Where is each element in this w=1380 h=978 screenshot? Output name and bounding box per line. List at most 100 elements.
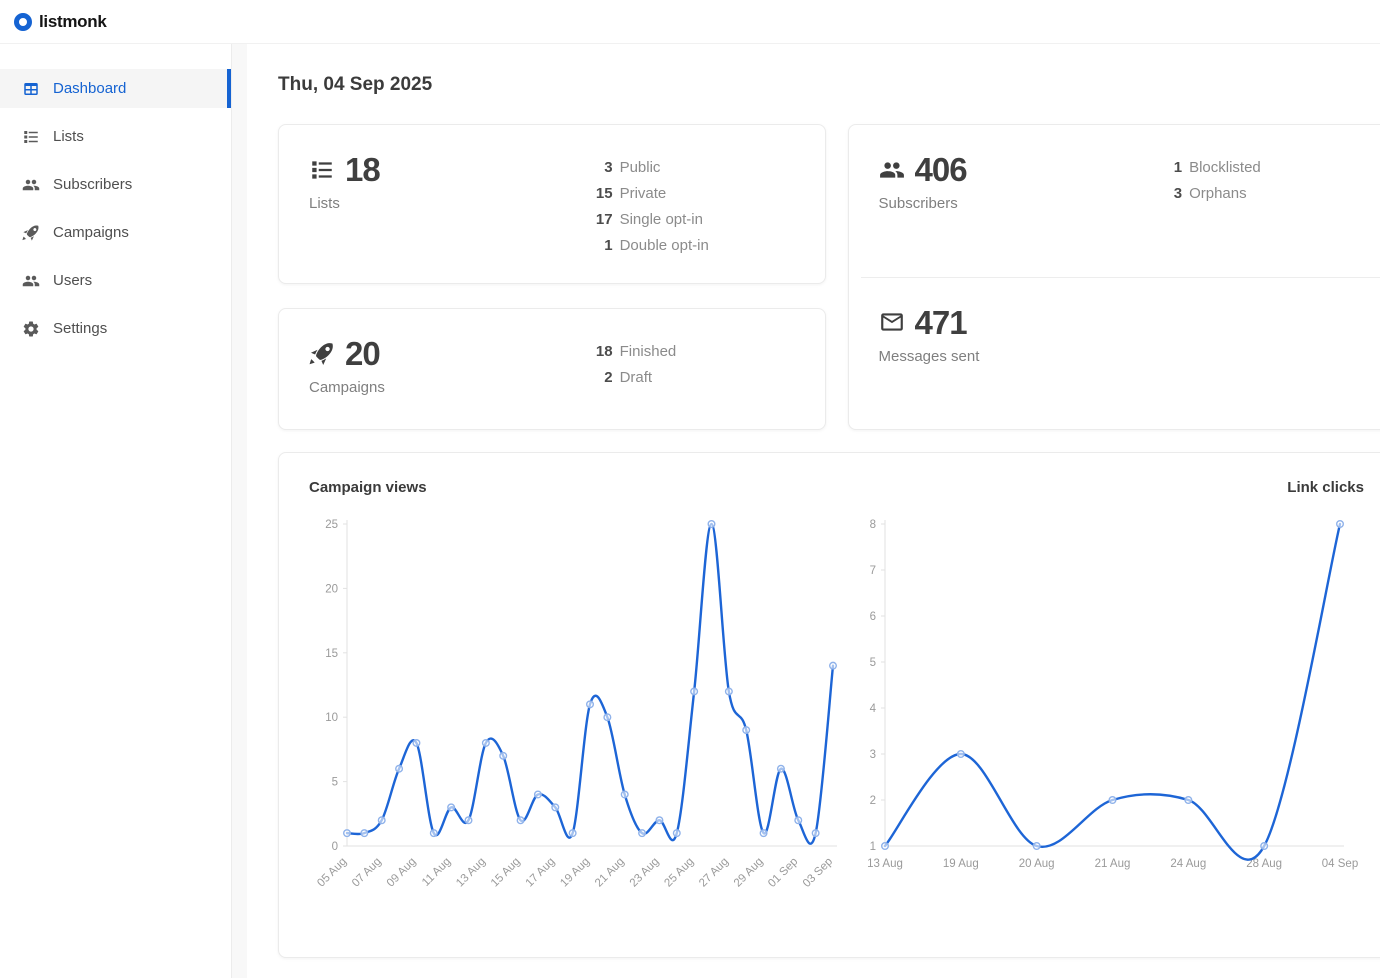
svg-text:17 Aug: 17 Aug <box>524 856 558 890</box>
svg-text:01 Sep: 01 Sep <box>766 856 800 890</box>
dashboard-icon <box>22 80 40 98</box>
svg-text:19 Aug: 19 Aug <box>943 858 979 870</box>
svg-text:21 Aug: 21 Aug <box>1095 858 1131 870</box>
sidebar: Dashboard Lists Subscribers Campaigns Us… <box>0 44 232 978</box>
sidebar-item-label: Users <box>53 272 92 289</box>
stat-row: 1Blocklisted <box>1160 155 1261 181</box>
charts-card: Campaign views Link clicks 051015202505 … <box>278 452 1380 958</box>
sidebar-nav: Dashboard Lists Subscribers Campaigns Us… <box>0 69 231 348</box>
svg-text:8: 8 <box>870 519 876 531</box>
stat-row: 1Double opt-in <box>591 233 709 259</box>
sidebar-item-users[interactable]: Users <box>0 261 231 300</box>
listmonk-ring-icon <box>14 13 32 31</box>
campaigns-count: 20 <box>345 337 380 370</box>
svg-text:13 Aug: 13 Aug <box>454 856 488 890</box>
lists-count: 18 <box>345 153 380 186</box>
sidebar-item-dashboard[interactable]: Dashboard <box>0 69 231 108</box>
sidebar-item-subscribers[interactable]: Subscribers <box>0 165 231 204</box>
campaign-views-title: Campaign views <box>309 479 427 496</box>
campaigns-breakdown: 18Finished 2Draft <box>591 337 677 401</box>
svg-text:27 Aug: 27 Aug <box>697 856 731 890</box>
rocket-icon <box>309 341 335 367</box>
brand-name: listmonk <box>39 12 107 32</box>
campaigns-summary: 20 Campaigns <box>309 337 591 401</box>
svg-text:07 Aug: 07 Aug <box>350 856 384 890</box>
svg-text:15 Aug: 15 Aug <box>489 856 523 890</box>
svg-text:25 Aug: 25 Aug <box>662 856 696 890</box>
svg-text:3: 3 <box>870 749 876 761</box>
rocket-icon <box>22 224 40 242</box>
top-bar: listmonk <box>0 0 1380 44</box>
campaigns-label: Campaigns <box>309 379 591 396</box>
stat-row: 3Orphans <box>1160 181 1261 207</box>
svg-text:29 Aug: 29 Aug <box>732 856 766 890</box>
stat-row: 2Draft <box>591 365 677 391</box>
svg-text:19 Aug: 19 Aug <box>558 856 592 890</box>
svg-text:03 Sep: 03 Sep <box>801 856 835 890</box>
svg-text:10: 10 <box>325 712 338 724</box>
svg-text:13 Aug: 13 Aug <box>867 858 903 870</box>
sidebar-item-settings[interactable]: Settings <box>0 309 231 348</box>
sidebar-item-campaigns[interactable]: Campaigns <box>0 213 231 252</box>
svg-text:21 Aug: 21 Aug <box>593 856 627 890</box>
subscribers-breakdown: 1Blocklisted 3Orphans <box>1160 153 1261 249</box>
stat-row: 3Public <box>591 155 709 181</box>
svg-text:09 Aug: 09 Aug <box>385 856 419 890</box>
campaigns-card: 20 Campaigns 18Finished 2Draft <box>278 308 826 430</box>
svg-text:4: 4 <box>870 703 877 715</box>
sidebar-item-label: Dashboard <box>53 80 126 97</box>
svg-text:11 Aug: 11 Aug <box>420 856 453 889</box>
link-clicks-chart: 1234567813 Aug19 Aug20 Aug21 Aug24 Aug28… <box>849 512 1364 918</box>
svg-text:5: 5 <box>332 777 338 789</box>
stats-cards: 18 Lists 3Public 15Private 17Single opt-… <box>278 124 1380 430</box>
subscribers-section: 406 Subscribers 1Blocklisted 3Orphans <box>849 125 1380 277</box>
svg-text:20 Aug: 20 Aug <box>1019 858 1055 870</box>
stat-row: 18Finished <box>591 339 677 365</box>
stat-row: 15Private <box>591 181 709 207</box>
messages-section: 471 Messages sent <box>849 278 1380 430</box>
subscribers-messages-card: 406 Subscribers 1Blocklisted 3Orphans <box>848 124 1380 430</box>
sidebar-item-lists[interactable]: Lists <box>0 117 231 156</box>
email-icon <box>879 309 905 335</box>
sidebar-item-label: Campaigns <box>53 224 129 241</box>
gear-icon <box>22 320 40 338</box>
main-content: Thu, 04 Sep 2025 18 Lists 3Public 15Priv… <box>247 44 1380 978</box>
list-icon <box>309 157 335 183</box>
svg-text:20: 20 <box>325 583 338 595</box>
sidebar-item-label: Lists <box>53 128 84 145</box>
lists-label: Lists <box>309 195 591 212</box>
svg-text:6: 6 <box>870 611 876 623</box>
subscribers-label: Subscribers <box>879 195 1161 212</box>
messages-label: Messages sent <box>879 348 1161 365</box>
svg-text:5: 5 <box>870 657 876 669</box>
campaign-views-chart: 0 5 10 15 20 25 05 Aug07 Aug09 Aug11 Aug13 Aug… <box>309 512 849 918</box>
svg-text:2: 2 <box>870 795 876 807</box>
lists-summary: 18 Lists <box>309 153 591 255</box>
svg-text:0: 0 <box>332 841 338 853</box>
users-icon <box>22 272 40 290</box>
svg-text:15: 15 <box>325 648 338 660</box>
messages-summary: 471 Messages sent <box>879 306 1161 402</box>
users-icon <box>22 176 40 194</box>
svg-text:25: 25 <box>325 519 338 531</box>
subscribers-count: 406 <box>915 153 967 186</box>
svg-text:7: 7 <box>870 565 876 577</box>
messages-count: 471 <box>915 306 967 339</box>
svg-text:1: 1 <box>870 841 876 853</box>
lists-card: 18 Lists 3Public 15Private 17Single opt-… <box>278 124 826 284</box>
page-title: Thu, 04 Sep 2025 <box>278 74 1380 96</box>
lists-breakdown: 3Public 15Private 17Single opt-in 1Doubl… <box>591 153 709 255</box>
svg-text:24 Aug: 24 Aug <box>1170 858 1206 870</box>
stat-row: 17Single opt-in <box>591 207 709 233</box>
scrollbar-track[interactable] <box>232 44 247 978</box>
sidebar-item-label: Settings <box>53 320 107 337</box>
listmonk-logo[interactable]: listmonk <box>14 12 107 32</box>
link-clicks-title: Link clicks <box>1287 479 1364 496</box>
list-icon <box>22 128 40 146</box>
svg-text:05 Aug: 05 Aug <box>315 856 349 890</box>
svg-text:23 Aug: 23 Aug <box>628 856 662 890</box>
sidebar-item-label: Subscribers <box>53 176 132 193</box>
subscribers-summary: 406 Subscribers <box>879 153 1161 249</box>
users-icon <box>879 157 905 183</box>
svg-text:04 Sep: 04 Sep <box>1322 858 1358 870</box>
